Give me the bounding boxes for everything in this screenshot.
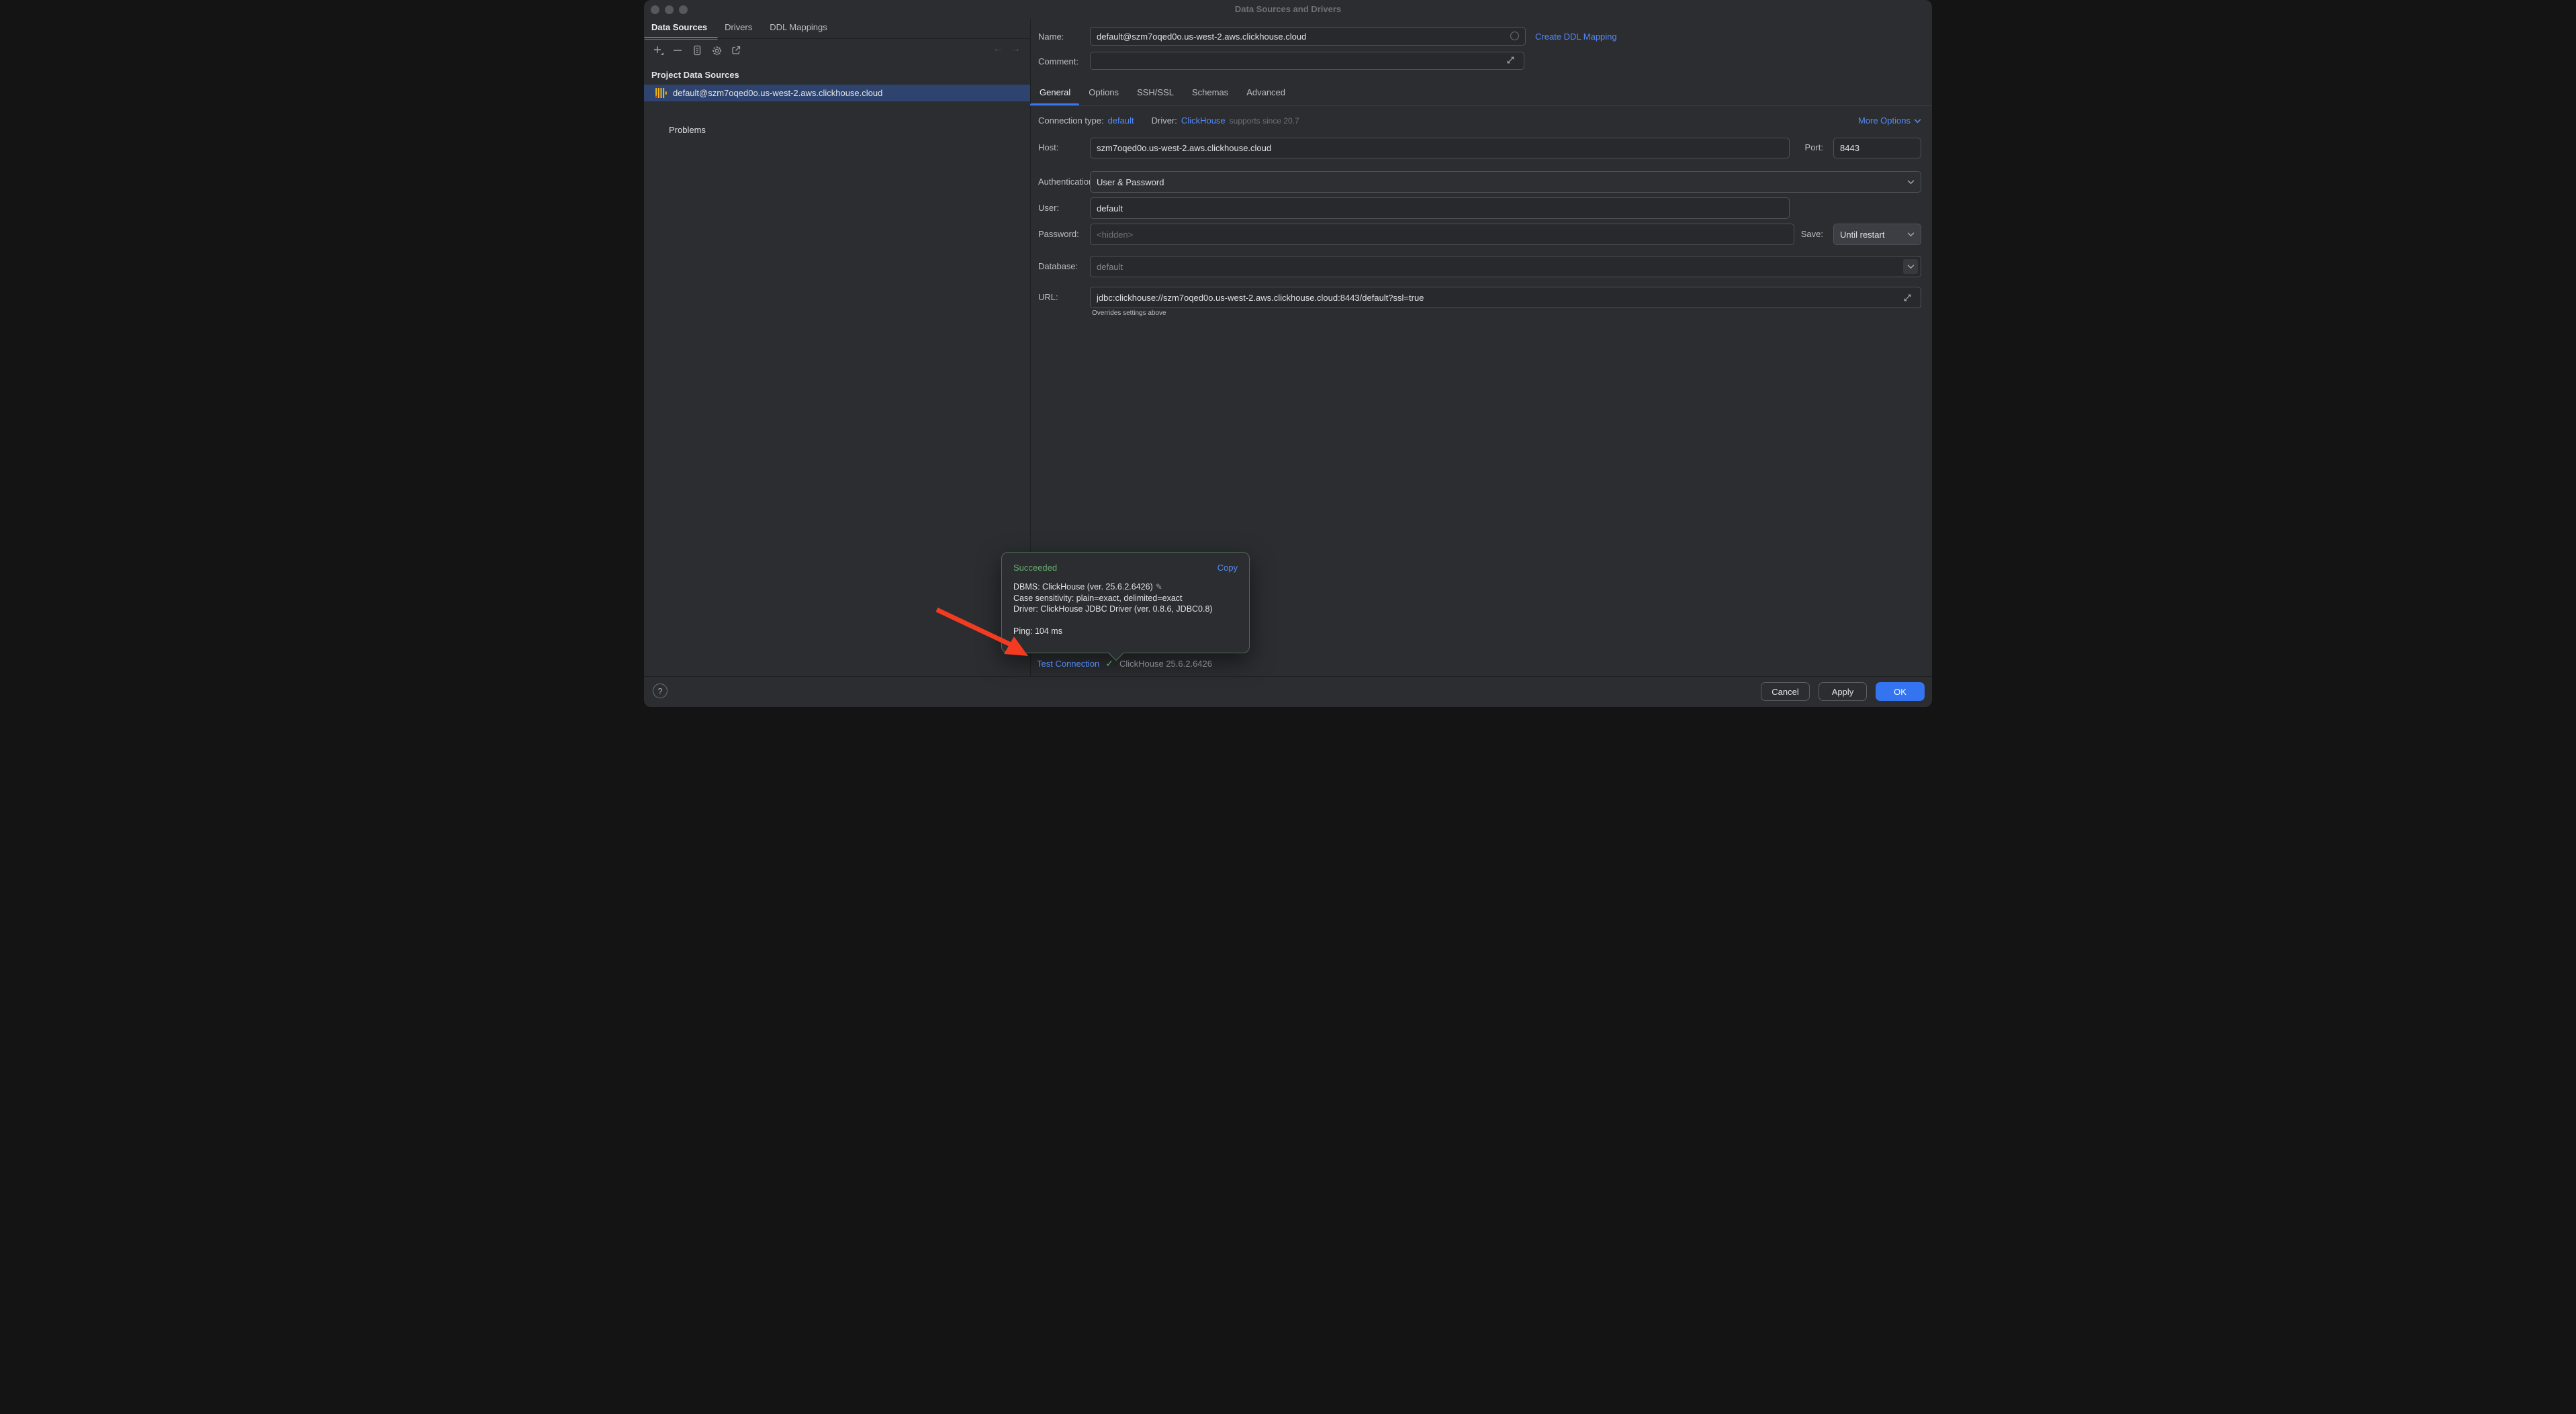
ok-button[interactable]: OK [1876, 682, 1925, 701]
sidebar-tabs: Data Sources Drivers DDL Mappings [651, 22, 827, 32]
datasource-list-item[interactable]: default@szm7oqed0o.us-west-2.aws.clickho… [644, 85, 1030, 101]
connection-tabs: General Options SSH/SSL Schemas Advanced [1040, 87, 1285, 97]
dbms-line: DBMS: ClickHouse (ver. 25.6.2.6426)✎ [1013, 581, 1238, 593]
tab-general[interactable]: General [1040, 87, 1070, 97]
remove-icon[interactable] [671, 44, 684, 57]
connection-type-row: Connection type: default Driver: ClickHo… [1038, 115, 1299, 126]
comment-input[interactable] [1090, 52, 1524, 70]
zoom-button[interactable] [679, 5, 688, 14]
close-button[interactable] [651, 5, 659, 14]
window-title: Data Sources and Drivers [644, 4, 1932, 14]
password-input[interactable] [1090, 224, 1794, 245]
chevron-down-icon [1907, 264, 1915, 269]
tree-group-header: Project Data Sources [651, 70, 739, 80]
host-label: Host: [1038, 142, 1058, 152]
driver-note: supports since 20.7 [1230, 116, 1299, 126]
expand-comment-icon[interactable] [1506, 55, 1927, 65]
connection-type-label: Connection type: [1038, 115, 1104, 126]
minimize-button[interactable] [665, 5, 674, 14]
tab-ddl-mappings[interactable]: DDL Mappings [770, 22, 827, 32]
database-label: Database: [1038, 261, 1078, 271]
add-icon[interactable] [651, 44, 665, 57]
test-connection-result-popup: Succeeded Copy DBMS: ClickHouse (ver. 25… [1001, 552, 1250, 653]
apply-button[interactable]: Apply [1819, 682, 1867, 701]
test-connection-link[interactable]: Test Connection [1037, 659, 1099, 669]
save-value: Until restart [1840, 230, 1907, 240]
back-arrow-icon[interactable]: ← [993, 43, 1003, 55]
tab-advanced[interactable]: Advanced [1246, 87, 1285, 97]
expand-url-icon[interactable] [1902, 293, 1927, 303]
tab-drivers[interactable]: Drivers [725, 22, 752, 32]
window-controls [651, 5, 688, 14]
history-nav: ← → [993, 43, 1021, 55]
comment-label: Comment: [1038, 56, 1078, 66]
driver-label: Driver: [1152, 115, 1177, 126]
url-label: URL: [1038, 292, 1058, 302]
open-in-editor-icon[interactable] [729, 44, 743, 57]
more-options-link[interactable]: More Options [1858, 115, 1921, 126]
user-input[interactable] [1090, 197, 1790, 219]
driver-value-link[interactable]: ClickHouse [1181, 115, 1226, 126]
connection-type-value-link[interactable]: default [1108, 115, 1134, 126]
port-label: Port: [1782, 142, 1823, 152]
duplicate-icon[interactable] [690, 44, 704, 57]
driver-line: Driver: ClickHouse JDBC Driver (ver. 0.8… [1013, 604, 1238, 615]
help-icon[interactable]: ? [653, 684, 668, 698]
database-value: default [1097, 262, 1915, 272]
footer-divider [644, 676, 1932, 677]
success-check-icon: ✓ [1105, 658, 1113, 669]
authentication-value: User & Password [1097, 177, 1907, 187]
ping-line: Ping: 104 ms [1013, 626, 1238, 636]
tree-item-problems[interactable]: Problems [669, 125, 706, 135]
tab-data-sources[interactable]: Data Sources [651, 22, 707, 32]
save-select[interactable]: Until restart [1833, 224, 1921, 245]
tab-options[interactable]: Options [1089, 87, 1119, 97]
tab-ssh-ssl[interactable]: SSH/SSL [1137, 87, 1174, 97]
authentication-select[interactable]: User & Password [1090, 171, 1921, 193]
user-label: User: [1038, 203, 1059, 213]
tabs-divider [1031, 105, 1932, 106]
name-label: Name: [1038, 32, 1064, 42]
database-combobox[interactable]: default [1090, 256, 1921, 277]
port-input[interactable] [1833, 138, 1921, 158]
url-input[interactable] [1090, 287, 1921, 308]
datasource-color-circle[interactable] [1510, 32, 1519, 40]
cancel-button[interactable]: Cancel [1761, 682, 1810, 701]
chevron-down-icon [1914, 118, 1921, 124]
clickhouse-icon [655, 88, 667, 98]
edit-pencil-icon[interactable]: ✎ [1156, 582, 1162, 592]
status-succeeded: Succeeded [1013, 563, 1057, 573]
chevron-down-icon [1907, 232, 1915, 237]
name-input[interactable] [1090, 27, 1526, 46]
test-connection-status: ClickHouse 25.6.2.6426 [1119, 659, 1212, 669]
more-options-label: More Options [1858, 115, 1911, 126]
test-connection-row: Test Connection ✓ ClickHouse 25.6.2.6426 [1037, 658, 1212, 669]
database-dropdown-button[interactable] [1903, 259, 1918, 274]
forward-arrow-icon[interactable]: → [1010, 43, 1021, 55]
sidebar-tabstrip-divider [644, 38, 1030, 39]
sidebar-toolbar [651, 44, 743, 57]
password-label: Password: [1038, 229, 1079, 239]
settings-gear-icon[interactable] [710, 44, 723, 57]
case-sensitivity-line: Case sensitivity: plain=exact, delimited… [1013, 593, 1238, 604]
copy-link[interactable]: Copy [1217, 563, 1238, 573]
save-label: Save: [1782, 229, 1823, 239]
tab-schemas[interactable]: Schemas [1192, 87, 1228, 97]
data-sources-dialog: Data Sources and Drivers Data Sources Dr… [644, 0, 1932, 707]
create-ddl-mapping-link[interactable]: Create DDL Mapping [1535, 32, 1617, 42]
url-note: Overrides settings above [1092, 310, 1166, 317]
datasource-label: default@szm7oqed0o.us-west-2.aws.clickho… [673, 88, 882, 98]
authentication-label: Authentication: [1038, 177, 1096, 187]
host-input[interactable] [1090, 138, 1790, 158]
chevron-down-icon [1907, 179, 1915, 185]
